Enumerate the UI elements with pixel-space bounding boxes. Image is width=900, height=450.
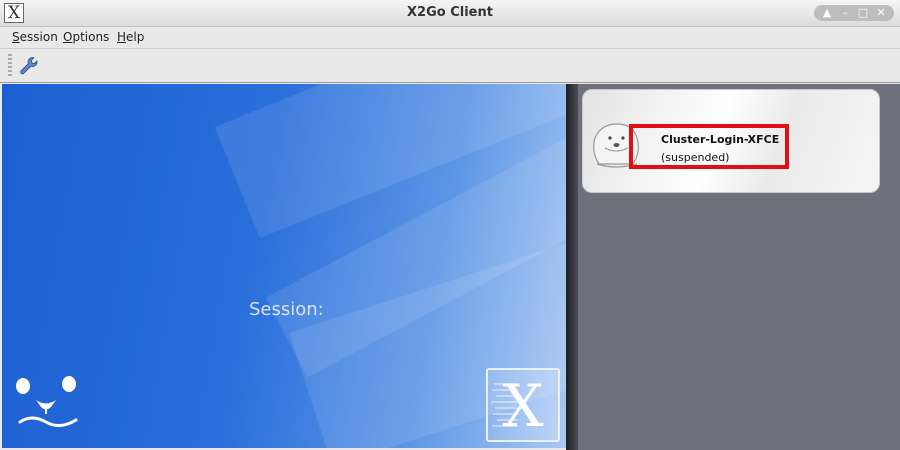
session-label: Session:: [249, 299, 324, 320]
menu-help-label: elp: [126, 30, 145, 44]
title-bar[interactable]: X X2Go Client ▲ – □ ✕: [0, 0, 900, 27]
menu-help-mnemonic: H: [117, 30, 127, 44]
x2go-logo: X: [486, 368, 560, 442]
menu-session[interactable]: Session: [12, 30, 58, 44]
seal-face-icon: [16, 376, 78, 427]
close-button[interactable]: ✕: [874, 6, 888, 20]
session-status: (suspended): [661, 151, 730, 164]
menu-options[interactable]: Options: [63, 30, 109, 44]
minimize-button[interactable]: –: [838, 6, 852, 20]
menu-help[interactable]: Help: [117, 30, 144, 44]
window-controls: ▲ – □ ✕: [814, 5, 894, 21]
window-title: X2Go Client: [407, 5, 493, 20]
menu-session-mnemonic: S: [12, 30, 20, 44]
pane-divider[interactable]: [566, 84, 578, 450]
session-welcome-pane: Session: X: [2, 84, 566, 448]
toolbar: [0, 49, 900, 83]
maximize-button[interactable]: □: [856, 6, 870, 20]
toolbar-grip-handle[interactable]: [8, 54, 12, 78]
session-name: Cluster-Login-XFCE: [661, 133, 780, 146]
session-list-pane: Cluster-Login-XFCE (suspended): [578, 84, 900, 450]
maximize-up-button[interactable]: ▲: [820, 6, 834, 20]
menu-options-label: ptions: [72, 30, 110, 44]
x2go-logo-letter: X: [502, 372, 544, 440]
session-card[interactable]: Cluster-Login-XFCE (suspended): [582, 89, 880, 193]
menu-bar: Session Options Help: [0, 27, 900, 49]
menu-session-label: ession: [19, 30, 58, 44]
wrench-icon[interactable]: [18, 55, 40, 77]
